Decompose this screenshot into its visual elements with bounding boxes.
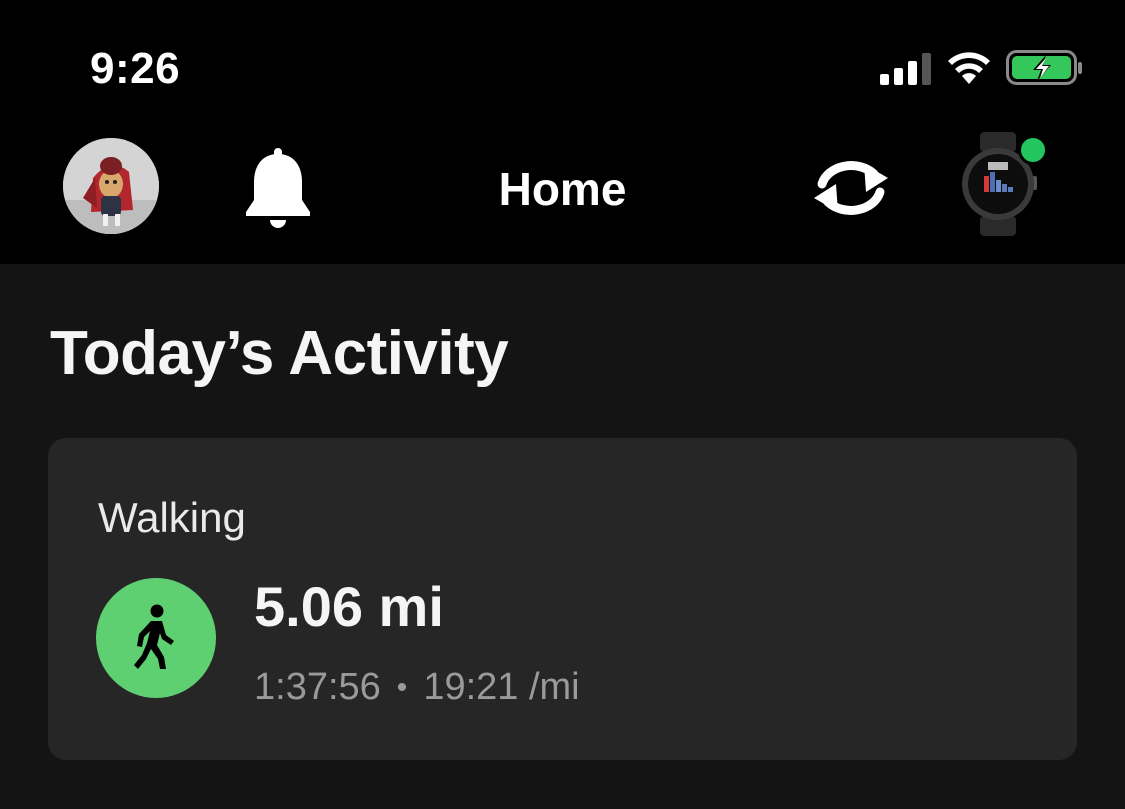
device-connected-indicator — [1018, 135, 1048, 165]
walking-person-icon — [134, 604, 174, 669]
battery-charging-icon — [1006, 50, 1082, 85]
activity-icon-badge — [96, 578, 216, 698]
sync-icon[interactable] — [808, 160, 894, 216]
section-title: Today’s Activity — [50, 319, 509, 388]
activity-distance: 5.06 mi — [254, 575, 444, 638]
cellular-signal-icon — [880, 53, 931, 85]
status-time: 9:26 — [90, 44, 181, 93]
page-title: Home — [498, 163, 627, 215]
activity-type-label: Walking — [98, 494, 246, 541]
meta-separator: • — [396, 670, 408, 704]
wifi-icon — [948, 52, 990, 84]
app-screen: 9:26 Home Today’s Activity Walking 5.06 … — [0, 0, 1125, 809]
status-bar: 9:26 — [0, 0, 1125, 132]
activity-duration: 1:37:56 — [254, 666, 381, 708]
activity-meta: 1:37:56 • 19:21 /mi — [254, 666, 580, 709]
activity-pace: 19:21 /mi — [423, 666, 580, 708]
activity-card[interactable]: Walking 5.06 mi 1:37:56 • 19:21 /mi — [48, 438, 1077, 760]
top-nav-bar: Home — [0, 132, 1125, 264]
